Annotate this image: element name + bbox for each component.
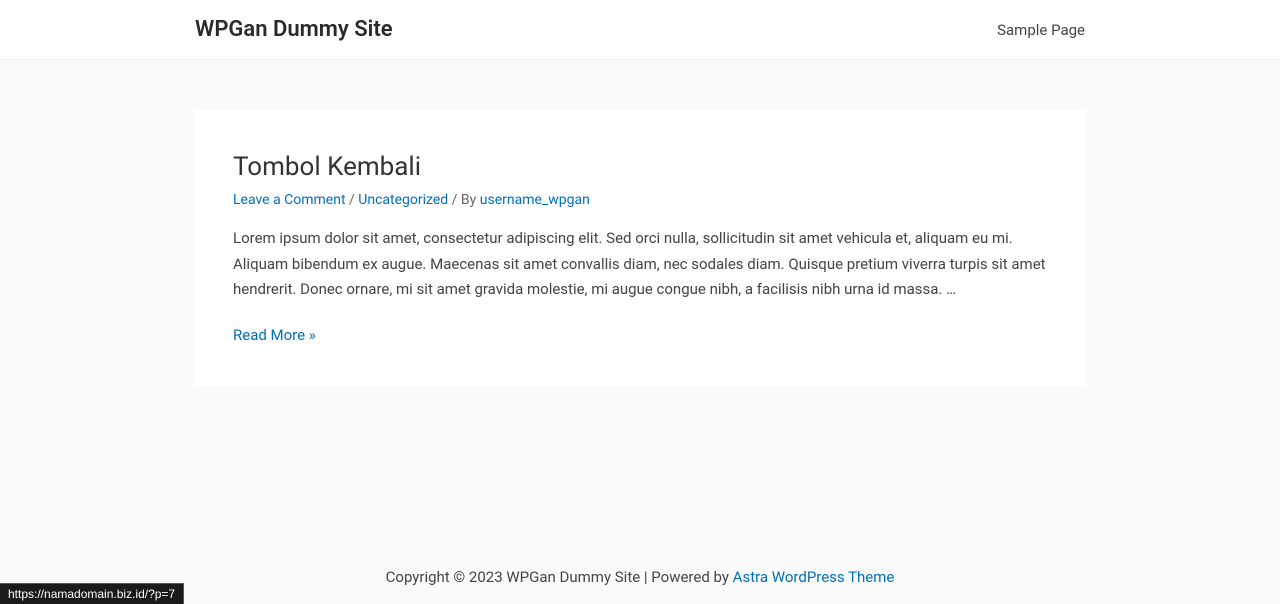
site-header: WPGan Dummy Site Sample Page bbox=[0, 0, 1280, 60]
meta-separator: / bbox=[349, 192, 358, 208]
browser-status-bar: https://namadomain.biz.id/?p=7 bbox=[0, 583, 184, 604]
content-area: Tombol Kembali Leave a Comment / Uncateg… bbox=[0, 60, 1280, 386]
post-title-text: Tombol Kembali bbox=[233, 152, 421, 182]
site-footer: Copyright © 2023 WPGan Dummy Site | Powe… bbox=[0, 568, 1280, 586]
post-card: Tombol Kembali Leave a Comment / Uncateg… bbox=[195, 110, 1085, 386]
theme-link[interactable]: Astra WordPress Theme bbox=[733, 568, 895, 586]
post-title[interactable]: Tombol Kembali bbox=[233, 152, 1047, 182]
site-title[interactable]: WPGan Dummy Site bbox=[195, 17, 393, 42]
category-link[interactable]: Uncategorized bbox=[358, 192, 448, 208]
leave-comment-link[interactable]: Leave a Comment bbox=[233, 192, 346, 208]
read-more-link[interactable]: Read More » bbox=[233, 326, 316, 344]
nav-sample-page[interactable]: Sample Page bbox=[997, 21, 1085, 39]
post-excerpt: Lorem ipsum dolor sit amet, consectetur … bbox=[233, 226, 1047, 303]
copyright-text: Copyright © 2023 WPGan Dummy Site | Powe… bbox=[386, 568, 733, 586]
meta-by: / By bbox=[452, 192, 480, 208]
author-link[interactable]: username_wpgan bbox=[480, 192, 590, 208]
post-meta: Leave a Comment / Uncategorized / By use… bbox=[233, 192, 1047, 208]
